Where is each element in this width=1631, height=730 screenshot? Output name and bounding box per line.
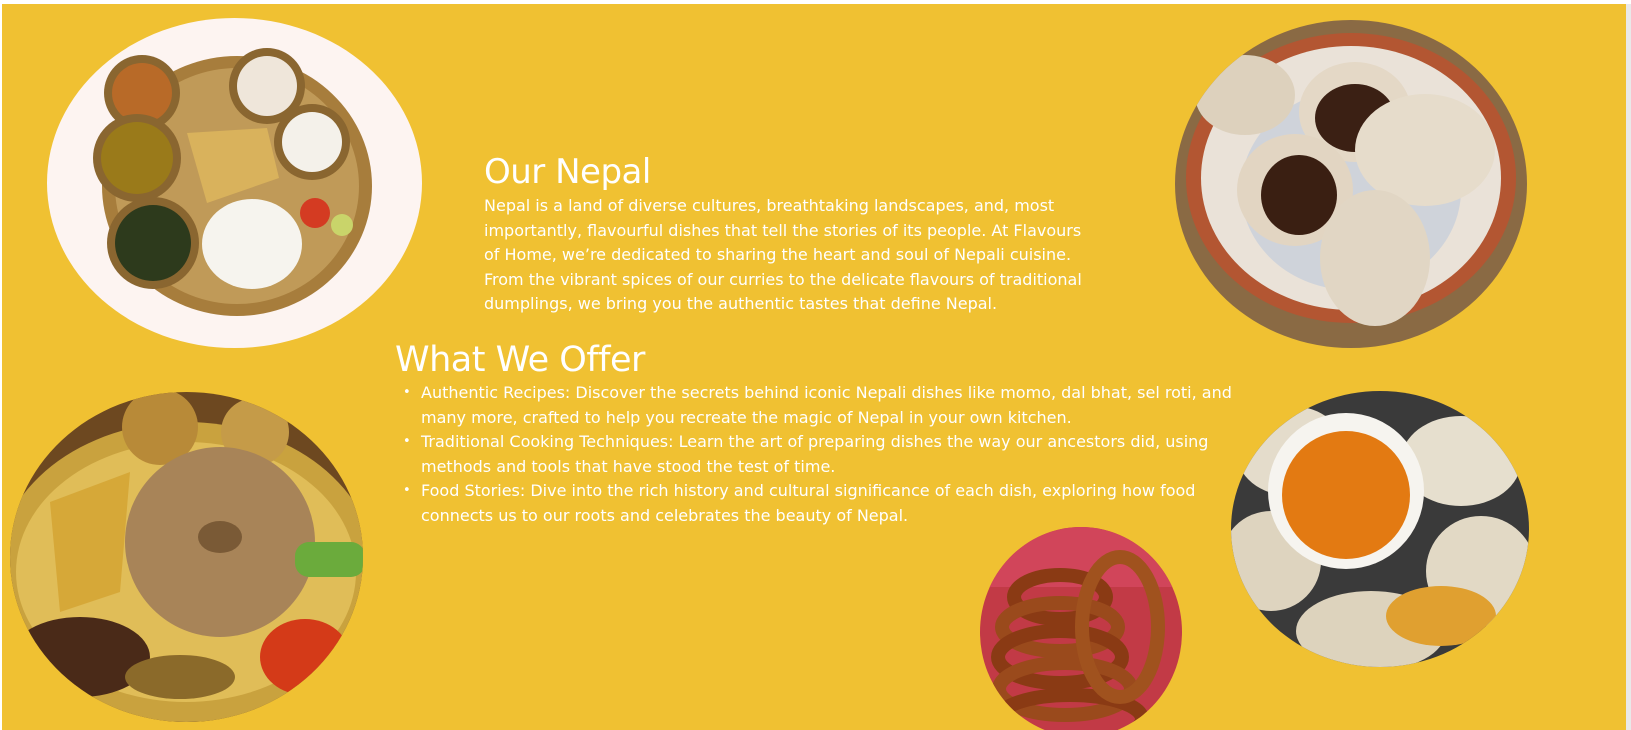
- dhido-platter-image: [10, 392, 363, 722]
- offer-item-text: Authentic Recipes: Discover the secrets …: [421, 383, 1232, 427]
- offer-item-text: Food Stories: Dive into the rich history…: [421, 481, 1196, 525]
- our-nepal-heading: Our Nepal: [484, 152, 651, 192]
- momo-with-achar-image: [1231, 391, 1529, 667]
- offer-list: • Authentic Recipes: Discover the secret…: [399, 381, 1251, 528]
- filled-momo-plate-image: [1175, 20, 1527, 348]
- bullet-icon: •: [403, 385, 411, 400]
- bullet-icon: •: [403, 434, 411, 449]
- dal-bhat-thali-image: [47, 18, 422, 348]
- list-item: • Authentic Recipes: Discover the secret…: [403, 381, 1251, 430]
- list-item: • Traditional Cooking Techniques: Learn …: [403, 430, 1251, 479]
- bullet-icon: •: [403, 483, 411, 498]
- offer-item-text: Traditional Cooking Techniques: Learn th…: [421, 432, 1209, 476]
- what-we-offer-heading: What We Offer: [395, 340, 645, 380]
- list-item: • Food Stories: Dive into the rich histo…: [403, 479, 1251, 528]
- page-scrollbar[interactable]: [1626, 4, 1631, 730]
- our-nepal-section: Our Nepal Nepal is a land of diverse cul…: [2, 4, 1626, 730]
- sel-roti-image: [980, 527, 1182, 730]
- our-nepal-paragraph: Nepal is a land of diverse cultures, bre…: [484, 196, 1082, 313]
